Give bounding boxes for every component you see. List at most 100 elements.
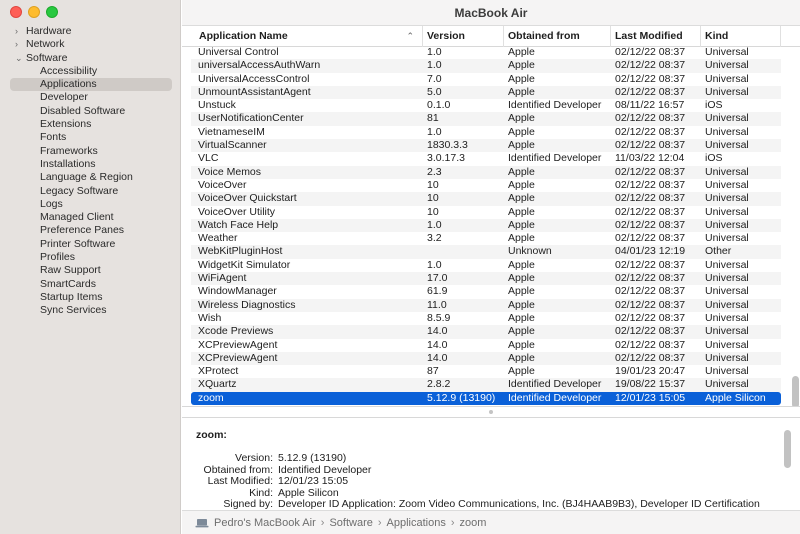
sidebar-item[interactable]: › Network: [0, 38, 181, 51]
cell-kind: Universal: [705, 365, 749, 378]
table-row[interactable]: Unstuck 0.1.0 Identified Developer 08/11/22…: [191, 99, 781, 112]
cell-version: 1.0: [427, 258, 442, 271]
table-row[interactable]: WindowManager 61.9 Apple 02/12/22 08:37 Univ…: [191, 285, 781, 298]
sidebar-item[interactable]: Disabled Software: [0, 105, 181, 118]
cell-version: 8.5.9: [427, 311, 451, 324]
table-row[interactable]: Universal Control 1.0 Apple 02/12/22 08:37 U…: [191, 46, 781, 59]
column-header-obtained-from[interactable]: Obtained from: [504, 26, 611, 47]
cell-application-name: Xcode Previews: [198, 325, 274, 338]
chevron-right-icon[interactable]: ›: [15, 25, 26, 38]
path-crumb[interactable]: zoom: [460, 517, 487, 529]
sidebar-item[interactable]: › Hardware: [0, 25, 181, 38]
title-bar: MacBook Air: [182, 0, 800, 26]
table-row[interactable]: VLC 3.0.17.3 Identified Developer 11/03/22 …: [191, 152, 781, 165]
column-header-version[interactable]: Version: [423, 26, 504, 47]
sidebar-item-label: Software: [26, 51, 68, 64]
sidebar-item[interactable]: Sync Services: [0, 304, 181, 317]
cell-application-name: VirtualScanner: [198, 139, 267, 152]
sidebar-item[interactable]: Printer Software: [0, 238, 181, 251]
path-crumb[interactable]: Software: [329, 517, 372, 529]
sidebar-item[interactable]: Preference Panes: [0, 224, 181, 237]
table-row[interactable]: Wireless Diagnostics 11.0 Apple 02/12/22 08…: [191, 298, 781, 312]
detail-row: Version: 5.12.9 (13190): [201, 452, 760, 465]
table-row[interactable]: VirtualScanner 1830.3.3 Apple 02/12/22 08:3…: [191, 139, 781, 153]
cell-application-name: Wireless Diagnostics: [198, 298, 296, 311]
table-row[interactable]: VoiceOver Utility 10 Apple 02/12/22 08:37 Un…: [191, 206, 781, 219]
cell-obtained-from: Apple: [508, 218, 535, 231]
table-row[interactable]: UserNotificationCenter 81 Apple 02/12/22 08…: [191, 112, 781, 126]
cell-kind: iOS: [705, 152, 723, 165]
sidebar-item[interactable]: ⌄ Software: [0, 52, 181, 65]
table-row[interactable]: Wish 8.5.9 Apple 02/12/22 08:37 Universal: [191, 312, 781, 325]
sidebar-item[interactable]: Legacy Software: [0, 185, 181, 198]
table-row[interactable]: XCPreviewAgent 14.0 Apple 02/12/22 08:37 Uni…: [191, 351, 781, 366]
table-row[interactable]: Voice Memos 2.3 Apple 02/12/22 08:37 Univers…: [191, 165, 781, 179]
cell-version: 14.0: [427, 351, 448, 364]
column-header-application-name[interactable]: Application Name ⌃: [195, 26, 423, 47]
sidebar-item[interactable]: Installations: [0, 158, 181, 171]
sidebar-item[interactable]: Fonts: [0, 131, 181, 144]
sidebar-item-label: Profiles: [40, 251, 76, 264]
sidebar-item[interactable]: Startup Items: [0, 291, 181, 304]
table-row[interactable]: UnmountAssistantAgent 5.0 Apple 02/12/22 08…: [191, 85, 781, 100]
sidebar-item-label: Applications: [40, 78, 97, 91]
table-row[interactable]: Xcode Previews 14.0 Apple 02/12/22 08:37 Uni…: [191, 325, 781, 339]
zoom-window-button[interactable]: [46, 6, 58, 18]
window-controls: [10, 6, 58, 18]
cell-version: 1.0: [427, 59, 442, 72]
table-row[interactable]: VietnameseIM 1.0 Apple 02/12/22 08:37 Univer…: [191, 126, 781, 139]
cell-obtained-from: Apple: [508, 311, 535, 324]
cell-kind: Universal: [705, 218, 749, 231]
close-window-button[interactable]: [10, 6, 22, 18]
minimize-window-button[interactable]: [28, 6, 40, 18]
table-row[interactable]: VoiceOver Quickstart 10 Apple 02/12/22 08:3…: [191, 192, 781, 206]
cell-last-modified: 19/08/22 15:37: [615, 378, 686, 391]
column-header-kind[interactable]: Kind: [701, 26, 781, 47]
cell-kind: Universal: [705, 272, 749, 285]
table-row[interactable]: XQuartz 2.8.2 Identified Developer 19/08/22…: [191, 378, 781, 392]
table-row[interactable]: XProtect 87 Apple 19/01/23 20:47 Universal: [191, 365, 781, 378]
sidebar-item[interactable]: Applications: [10, 78, 172, 92]
cell-last-modified: 02/12/22 08:37: [615, 192, 686, 205]
table-row[interactable]: Weather 3.2 Apple 02/12/22 08:37 Universal: [191, 232, 781, 245]
cell-obtained-from: Identified Developer: [508, 378, 602, 391]
table-row[interactable]: WidgetKit Simulator 1.0 Apple 02/12/22 08:3…: [191, 259, 781, 272]
sidebar-item[interactable]: Extensions: [0, 118, 181, 131]
sidebar-item[interactable]: Profiles: [0, 251, 181, 264]
cell-kind: Universal: [705, 378, 749, 391]
sidebar-item[interactable]: SmartCards: [0, 278, 181, 291]
cell-version: 5.12.9 (13190): [427, 391, 496, 404]
cell-application-name: Watch Face Help: [198, 218, 279, 231]
table-row[interactable]: WiFiAgent 17.0 Apple 02/12/22 08:37 Universa…: [191, 272, 781, 286]
cell-obtained-from: Apple: [508, 72, 535, 85]
chevron-down-icon[interactable]: ⌄: [15, 52, 26, 65]
table-row[interactable]: WebKitPluginHost Unknown 04/01/23 12:19 Oth…: [191, 245, 781, 259]
chevron-right-icon[interactable]: ›: [15, 38, 26, 51]
sidebar-item[interactable]: Language & Region: [0, 171, 181, 184]
sidebar-item[interactable]: Logs: [0, 198, 181, 211]
table-row[interactable]: XCPreviewAgent 14.0 Apple 02/12/22 08:37 Uni…: [191, 339, 781, 352]
detail-scrollbar[interactable]: [784, 430, 791, 468]
sidebar-item-label: Network: [26, 38, 65, 51]
sidebar-item[interactable]: Accessibility: [0, 65, 181, 78]
cell-application-name: Voice Memos: [198, 165, 262, 178]
sidebar-item[interactable]: Managed Client: [0, 211, 181, 224]
sidebar-item[interactable]: Raw Support: [0, 264, 181, 277]
table-row[interactable]: VoiceOver 10 Apple 02/12/22 08:37 Universal: [191, 179, 781, 192]
cell-version: 11.0: [427, 298, 447, 311]
path-crumb[interactable]: Pedro's MacBook Air: [214, 517, 316, 529]
cell-application-name: Weather: [198, 232, 238, 245]
table-row[interactable]: Watch Face Help 1.0 Apple 02/12/22 08:37 Uni…: [191, 218, 781, 233]
column-header-last-modified[interactable]: Last Modified: [611, 26, 701, 47]
sidebar-item[interactable]: Frameworks: [0, 145, 181, 158]
splitter-handle[interactable]: [489, 410, 493, 414]
table-scrollbar[interactable]: [792, 376, 799, 406]
pane-splitter[interactable]: [182, 406, 800, 418]
path-crumb[interactable]: Applications: [387, 517, 446, 529]
table-row[interactable]: UniversalAccessControl 7.0 Apple 02/12/22 0…: [191, 73, 781, 86]
table-row[interactable]: zoom 5.12.9 (13190) Identified Developer 12…: [191, 391, 781, 406]
sidebar-item[interactable]: Developer: [0, 91, 181, 104]
cell-last-modified: 02/12/22 08:37: [615, 178, 686, 191]
cell-application-name: UniversalAccessControl: [198, 72, 310, 85]
table-row[interactable]: universalAccessAuthWarn 1.0 Apple 02/12/22 …: [191, 59, 781, 73]
